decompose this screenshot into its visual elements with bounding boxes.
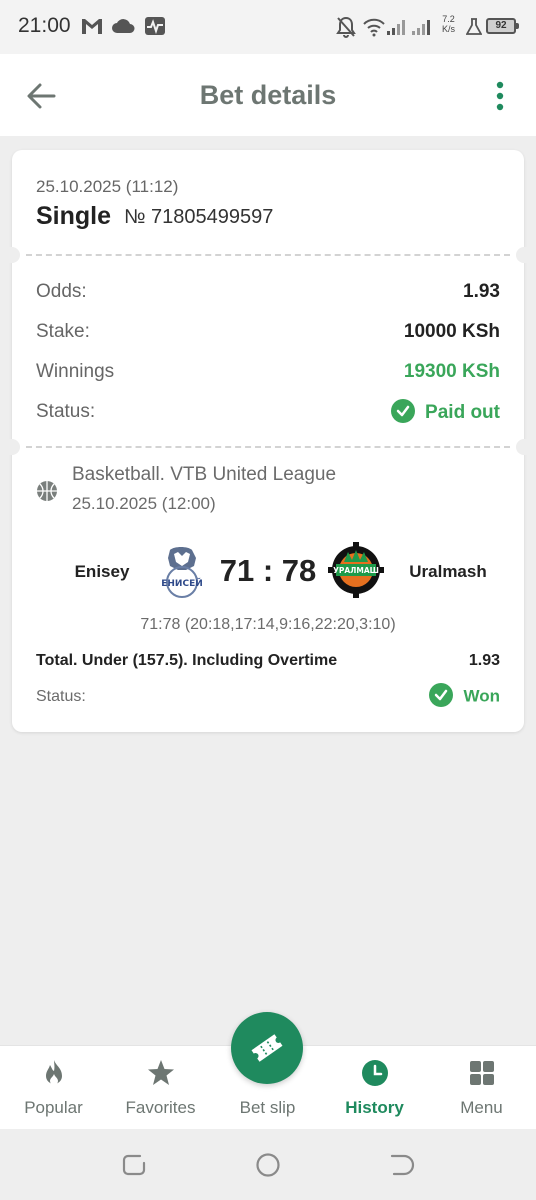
ticket-notch [516,247,532,263]
team-away-logo: УРАЛМАШ [328,542,384,598]
basketball-icon [37,481,57,501]
selection-status-text: Won [463,686,500,706]
ticket-notch [4,439,20,455]
period-scores: 71:78 (20:18,17:14,9:16,22:20,3:10) [140,616,396,633]
net-speed-unit: K/s [442,24,456,34]
recents-icon[interactable] [120,1151,148,1179]
ticket-notch [516,439,532,455]
nav-favorites-label: Favorites [125,1098,196,1117]
divider [26,446,510,448]
status-label: Status: [36,401,96,422]
status-value: Paid out [391,399,500,425]
home-icon[interactable] [254,1151,282,1179]
notifications-off-icon [336,16,356,38]
stake-value: 10000 KSh [403,321,500,342]
winnings-label: Winnings [36,361,115,382]
signal-icon [412,20,430,35]
flame-icon [46,1060,62,1085]
market-name: Total. Under (157.5). Including Overtime [36,652,338,669]
nav-popular-label: Popular [24,1098,83,1117]
status-row: Status: Paid out [36,397,500,427]
selection-status: Won [429,683,500,709]
net-speed: 7.2 K/s [442,14,455,34]
bet-slip-button[interactable] [231,1012,303,1084]
app-header: Bet details [0,54,536,136]
odds-label: Odds: [36,281,87,302]
check-circle-icon [391,399,416,423]
grid-icon [470,1061,494,1085]
nav-history[interactable]: History [321,1046,428,1130]
odds-row: Odds: 1.93 [36,277,500,307]
odds-value: 1.93 [463,281,500,302]
winnings-value: 19300 KSh [403,361,500,382]
league-name: Basketball. VTB United League [72,464,337,485]
net-speed-value: 7.2 [442,14,455,24]
bet-type: Single [36,202,112,230]
bet-number: № 71805499597 [124,206,274,228]
battery-icon: 92 [486,18,519,34]
stake-label: Stake: [36,321,90,342]
match-score: 71 : 78 [219,553,317,588]
clock-icon [362,1060,388,1086]
ticket-icon [251,1034,283,1062]
nav-bet-slip-label: Bet slip [239,1098,296,1117]
nav-menu-label: Menu [460,1098,503,1117]
system-navigation [0,1129,536,1200]
signal-icon [387,20,405,35]
team-home: Enisey [74,562,130,581]
ticket-notch [4,247,20,263]
clock: 21:00 [18,14,71,37]
nav-favorites[interactable]: Favorites [107,1046,214,1130]
nav-popular[interactable]: Popular [0,1046,107,1130]
event-start-time: 25.10.2025 (12:00) [72,494,216,513]
cloud-icon [112,19,135,33]
status-text: Paid out [425,402,500,424]
more-options-button[interactable] [486,78,514,114]
svg-text:ЕНИСЕЙ: ЕНИСЕЙ [161,577,203,589]
gmail-icon [82,19,102,34]
bet-card: 25.10.2025 (11:12) Single № 71805499597 … [4,150,532,732]
activity-icon [145,17,165,35]
check-circle-icon [429,683,454,707]
selection-status-label: Status: [36,688,86,705]
status-bar: 21:00 7.2 K/s 92 [0,0,536,54]
nav-menu[interactable]: Menu [428,1046,535,1130]
bet-placed-time: 25.10.2025 (11:12) [36,177,179,196]
page-title: Bet details [199,80,337,110]
winnings-row: Winnings 19300 KSh [36,357,500,387]
back-icon[interactable] [388,1151,416,1179]
nav-history-label: History [345,1098,404,1117]
star-icon [148,1060,174,1085]
wifi-icon [363,18,385,37]
svg-text:УРАЛМАШ: УРАЛМАШ [333,566,379,575]
divider [26,254,510,256]
stake-row: Stake: 10000 KSh [36,317,500,347]
team-home-logo: ЕНИСЕЙ [161,547,203,598]
lab-icon [466,18,482,35]
market-odds: 1.93 [468,652,500,669]
team-away: Uralmash [409,562,487,581]
